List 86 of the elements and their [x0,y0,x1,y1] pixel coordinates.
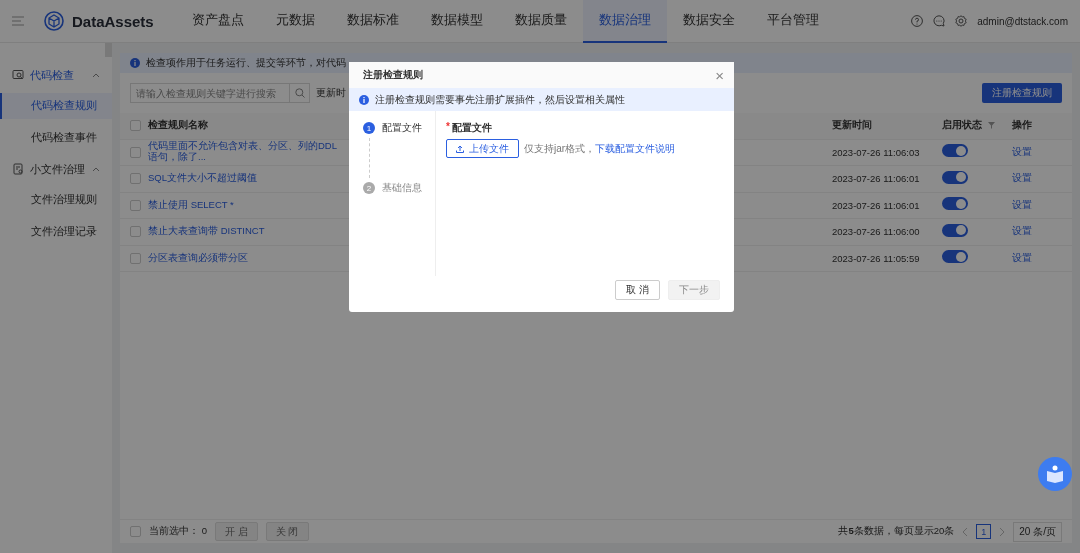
pagination-summary: 共5条数据，每页显示20条 [838,525,955,538]
settings-link[interactable]: 设置 [1012,199,1032,211]
brand-name: DataAssets [72,12,154,30]
filter-icon[interactable] [988,122,995,130]
banner-text: 检查项作用于任务运行、提交等环节，对代码 [146,56,346,70]
prev-page-icon[interactable] [962,526,969,537]
search-icon[interactable] [294,88,305,98]
row-checkbox[interactable] [130,199,141,211]
sidebar-item[interactable]: 代码检查规则 [0,93,112,119]
required-mark: * [446,121,450,134]
table-cell-text: 2023-07-26 11:06:00 [832,226,921,238]
column-header: 启用状态 [942,119,995,133]
menu-icon[interactable] [12,16,24,26]
column-header: 检查规则名称 [148,119,208,133]
sidebar-group[interactable]: 小文件治理 [0,157,112,181]
dialog-title: 注册检查规则 [363,68,423,82]
chevron-icon[interactable] [92,72,100,78]
step-label: 配置文件 [382,121,422,135]
table-cell-text: 2023-07-26 11:06:03 [832,146,921,158]
upload-hint: 仅支持jar格式，下载配置文件说明 [524,141,676,156]
upload-icon [456,144,464,153]
message-icon[interactable] [933,15,946,27]
settings-icon[interactable] [955,15,968,27]
file-settings-icon [12,163,24,175]
nav-tab[interactable]: 数据标准 [330,0,415,43]
status-toggle[interactable] [942,144,968,158]
page-size-select[interactable]: 20 条/页 [1013,521,1062,542]
rule-name-link[interactable]: 禁止大表查询带 DISTINCT [148,226,265,238]
info-icon [130,58,140,68]
settings-link[interactable]: 设置 [1012,173,1032,185]
rule-name-link[interactable]: SQL文件大小不超过阈值 [148,173,257,185]
column-header: 操作 [1012,119,1032,133]
table-cell-text: 2023-07-26 11:06:01 [832,173,921,185]
rule-name-link[interactable]: 禁止使用 SELECT * [148,199,234,211]
nav-tab[interactable]: 数据质量 [498,0,583,43]
code-scan-icon [12,69,24,81]
sidebar-item[interactable]: 文件治理规则 [0,187,112,213]
table-cell-text: 2023-07-26 11:05:59 [832,252,921,264]
table-cell-text: 2023-07-26 11:06:01 [832,199,921,211]
chevron-icon[interactable] [92,166,100,172]
field-label-text: 配置文件 [451,121,492,135]
nav-tab[interactable]: 数据安全 [666,0,751,43]
status-toggle[interactable] [942,250,968,264]
nav-tab[interactable]: 元数据 [259,0,331,43]
filter-label: 更新时 [316,86,346,100]
next-page-icon[interactable] [999,526,1006,537]
column-header: 更新时间 [832,119,872,133]
row-checkbox[interactable] [130,173,141,185]
selected-count: 当前选中： 0 [149,525,207,538]
header-checkbox[interactable] [130,120,141,132]
cube-logo-icon [44,11,64,31]
status-toggle[interactable] [942,170,968,184]
select-all-checkbox[interactable] [130,526,141,537]
notice-text: 注册检查规则需要事先注册扩展插件，然后设置相关属性 [375,92,625,107]
bulk-action-button[interactable]: 关 闭 [265,522,309,541]
rule-name-link[interactable]: 代码里面不允许包含对表、分区、列的DDL 语句，除了... [148,141,338,164]
settings-link[interactable]: 设置 [1012,252,1032,264]
step-number: 1 [363,122,375,134]
upload-file-button[interactable]: 上传文件 [446,139,519,158]
settings-link[interactable]: 设置 [1012,146,1032,158]
sidebar-group[interactable]: 代码检查 [0,63,112,87]
row-checkbox[interactable] [130,252,141,264]
register-rule-button[interactable]: 注册检查规则 [982,83,1062,103]
user-account[interactable]: admin@dtstack.com [977,15,1068,27]
status-toggle[interactable] [942,223,968,237]
info-icon [359,94,369,105]
rule-name-link[interactable]: 分区表查询必须带分区 [148,252,248,264]
download-guide-link[interactable]: 下载配置文件说明 [595,142,676,154]
close-button[interactable]: × [715,67,724,83]
nav-tab[interactable]: 平台管理 [750,0,835,43]
row-checkbox[interactable] [130,146,141,158]
book-map-icon [1045,464,1065,484]
nav-tab[interactable]: 资产盘点 [175,0,260,43]
settings-link[interactable]: 设置 [1012,226,1032,238]
sidebar-item[interactable]: 文件治理记录 [0,219,112,245]
bulk-action-button[interactable]: 开 启 [214,522,258,541]
status-toggle[interactable] [942,197,968,211]
step-label: 基础信息 [382,181,422,195]
step-number: 2 [363,182,375,194]
nav-tab[interactable]: 数据模型 [414,0,499,43]
page-number[interactable]: 1 [976,524,992,539]
dialog-button[interactable]: 取 消 [615,280,660,300]
sidebar-item[interactable]: 代码检查事件 [0,125,112,151]
row-checkbox[interactable] [130,226,141,238]
nav-tab[interactable]: 数据治理 [582,0,667,43]
help-icon[interactable] [911,15,924,27]
